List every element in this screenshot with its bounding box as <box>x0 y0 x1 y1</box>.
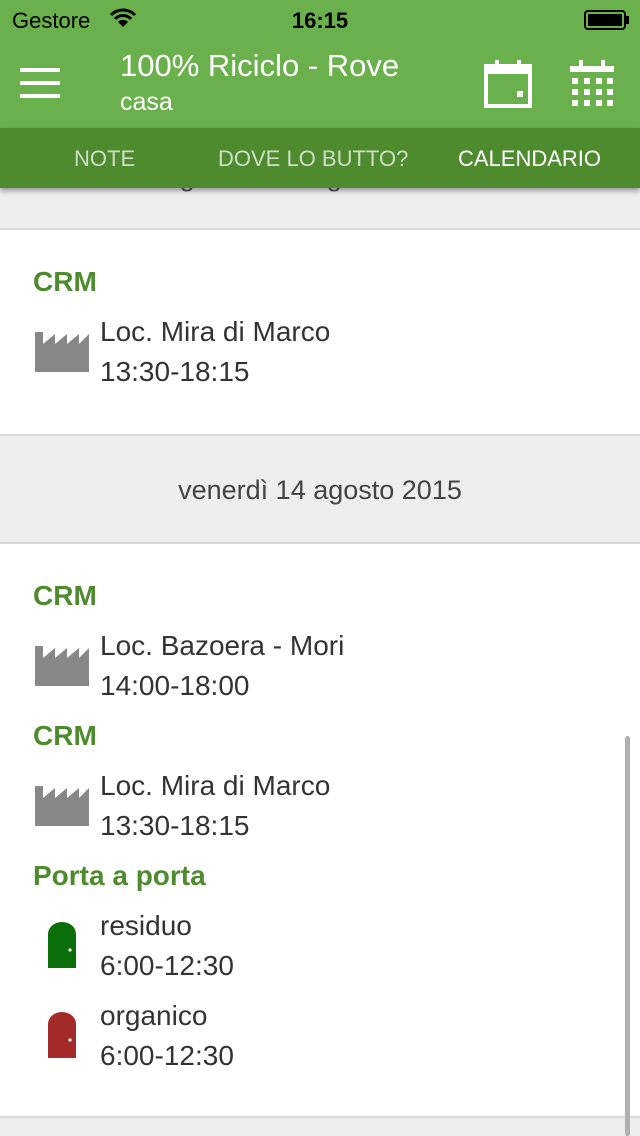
category-label: CRM <box>33 720 97 751</box>
divider <box>0 228 640 230</box>
list-item[interactable]: residuo 6:00-12:30 <box>0 910 640 990</box>
category-label: CRM <box>33 266 97 297</box>
category-label: Porta a porta <box>33 860 206 891</box>
door-icon-residuo <box>48 922 76 973</box>
waste-type-text: organico <box>100 1000 208 1031</box>
location-text: Loc. Mira di Marco <box>100 316 331 347</box>
tab-bar: NOTE DOVE LO BUTTO? CALENDARIO <box>0 128 640 188</box>
list-item[interactable]: Loc. Mira di Marco 13:30-18:15 <box>0 316 640 396</box>
menu-icon[interactable] <box>20 68 60 100</box>
clock: 16:15 <box>291 8 349 33</box>
list-item[interactable]: organico 6:00-12:30 <box>0 1000 640 1080</box>
hours-text: 6:00-12:30 <box>100 950 234 981</box>
location-text: Loc. Bazoera - Mori <box>100 630 345 661</box>
tab-calendario[interactable]: CALENDARIO <box>458 146 601 172</box>
hours-text: 6:00-12:30 <box>100 1040 234 1071</box>
scrollbar[interactable] <box>625 736 630 1136</box>
factory-icon <box>35 780 89 831</box>
calendar-month-icon[interactable] <box>568 58 616 110</box>
factory-icon <box>35 326 89 377</box>
list-item[interactable]: Loc. Mira di Marco 13:30-18:15 <box>0 770 640 850</box>
door-icon-organico <box>48 1012 76 1063</box>
battery-icon <box>584 10 630 30</box>
status-bar: Gestore 16:15 <box>0 0 640 40</box>
category-label: CRM <box>33 580 97 611</box>
waste-type-text: residuo <box>100 910 192 941</box>
hours-text: 13:30-18:15 <box>100 356 250 387</box>
list-item[interactable]: Loc. Bazoera - Mori 14:00-18:00 <box>0 630 640 710</box>
date-header-previous <box>0 188 640 229</box>
app-title: 100% Riciclo - Rove <box>120 48 400 83</box>
divider <box>0 542 640 544</box>
hours-text: 13:30-18:15 <box>100 810 250 841</box>
date-header-text: venerdì 14 agosto 2015 <box>178 475 462 505</box>
factory-icon <box>35 640 89 691</box>
app-bar: 100% Riciclo - Rove casa <box>0 40 640 128</box>
hours-text: 14:00-18:00 <box>100 670 250 701</box>
tab-dove-lo-butto[interactable]: DOVE LO BUTTO? <box>218 146 408 172</box>
location-text: Loc. Mira di Marco <box>100 770 331 801</box>
tab-note[interactable]: NOTE <box>74 146 135 172</box>
date-header-next <box>0 1118 640 1136</box>
app-subtitle: casa <box>120 88 173 116</box>
calendar-day-icon[interactable] <box>484 58 532 110</box>
